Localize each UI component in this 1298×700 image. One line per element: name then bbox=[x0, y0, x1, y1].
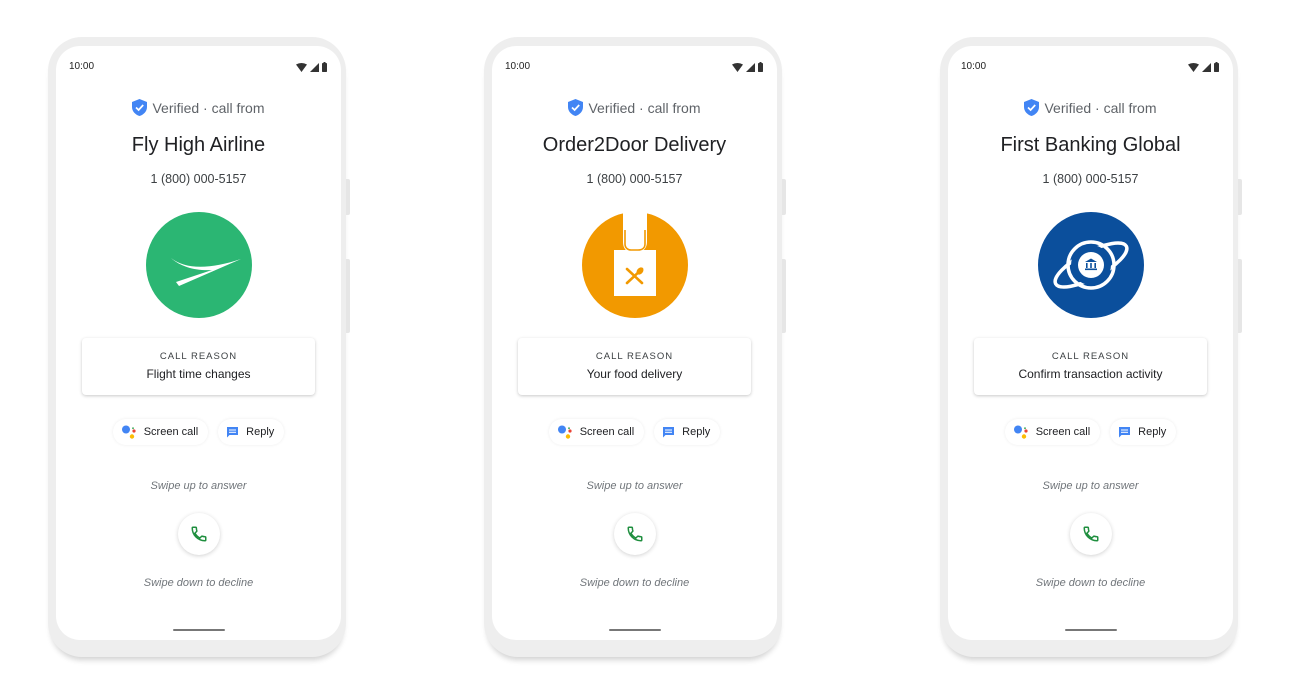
screen-call-button[interactable]: Screen call bbox=[112, 419, 209, 445]
message-icon bbox=[227, 426, 239, 437]
swipe-up-hint: Swipe up to answer bbox=[1042, 480, 1139, 492]
caller-logo bbox=[1038, 212, 1144, 318]
wifi-icon bbox=[1188, 62, 1199, 72]
swipe-up-hint: Swipe up to answer bbox=[150, 480, 247, 492]
answer-call-button[interactable] bbox=[178, 513, 220, 555]
call-reason-label: CALL REASON bbox=[159, 351, 238, 362]
reply-label: Reply bbox=[682, 426, 711, 438]
status-bar: 10:00 bbox=[505, 61, 763, 75]
signal-icon bbox=[746, 62, 755, 72]
swipe-down-hint: Swipe down to decline bbox=[1035, 577, 1146, 589]
airplane-logo-icon bbox=[171, 258, 241, 286]
status-time: 10:00 bbox=[505, 61, 531, 72]
phone-frame: 10:00 Verified · call from Order2Door De… bbox=[484, 37, 786, 657]
google-assistant-icon bbox=[557, 425, 572, 439]
power-button bbox=[346, 179, 350, 215]
verified-text: Verified · call from bbox=[1044, 100, 1157, 116]
reply-button[interactable]: Reply bbox=[1110, 419, 1177, 445]
signal-icon bbox=[310, 62, 319, 72]
caller-number: 1 (800) 000-5157 bbox=[1042, 172, 1139, 186]
call-reason-card: CALL REASON Confirm transaction activity bbox=[974, 338, 1207, 395]
verified-text: Verified · call from bbox=[152, 100, 265, 116]
caller-number: 1 (800) 000-5157 bbox=[150, 172, 247, 186]
caller-number: 1 (800) 000-5157 bbox=[586, 172, 683, 186]
call-reason-label: CALL REASON bbox=[1051, 351, 1130, 362]
volume-button bbox=[782, 259, 786, 333]
call-reason-value: Confirm transaction activity bbox=[1018, 367, 1163, 381]
verified-caller-label: Verified · call from bbox=[948, 99, 1233, 116]
reply-label: Reply bbox=[246, 426, 275, 438]
power-button bbox=[1238, 179, 1242, 215]
message-icon bbox=[1119, 426, 1131, 437]
gesture-nav-bar[interactable] bbox=[609, 629, 661, 631]
verified-shield-icon bbox=[568, 99, 584, 116]
call-reason-card: CALL REASON Your food delivery bbox=[518, 338, 751, 395]
answer-call-button[interactable] bbox=[1070, 513, 1112, 555]
message-icon bbox=[663, 426, 675, 437]
caller-logo bbox=[146, 212, 252, 318]
caller-name: Order2Door Delivery bbox=[542, 134, 727, 156]
signal-icon bbox=[1202, 62, 1211, 72]
battery-icon bbox=[758, 62, 763, 72]
screen-call-label: Screen call bbox=[143, 426, 199, 438]
verified-text: Verified · call from bbox=[588, 100, 701, 116]
wifi-icon bbox=[732, 62, 743, 72]
volume-button bbox=[1238, 259, 1242, 333]
call-reason-label: CALL REASON bbox=[595, 351, 674, 362]
status-bar: 10:00 bbox=[69, 61, 327, 75]
phone-icon bbox=[1083, 526, 1099, 542]
phone-frame: 10:00 Verified · call from Fly High Airl… bbox=[48, 37, 350, 657]
battery-icon bbox=[322, 62, 327, 72]
verified-caller-label: Verified · call from bbox=[56, 99, 341, 116]
reply-button[interactable]: Reply bbox=[218, 419, 285, 445]
caller-name: Fly High Airline bbox=[131, 134, 266, 156]
status-bar: 10:00 bbox=[961, 61, 1219, 75]
phone-frame: 10:00 Verified · call from First Banking… bbox=[940, 37, 1242, 657]
caller-logo bbox=[582, 212, 688, 318]
verified-caller-label: Verified · call from bbox=[492, 99, 777, 116]
battery-icon bbox=[1214, 62, 1219, 72]
swipe-down-hint: Swipe down to decline bbox=[143, 577, 254, 589]
screen-call-label: Screen call bbox=[1035, 426, 1091, 438]
call-reason-card: CALL REASON Flight time changes bbox=[82, 338, 315, 395]
call-reason-value: Flight time changes bbox=[146, 367, 251, 381]
status-time: 10:00 bbox=[961, 61, 987, 72]
verified-shield-icon bbox=[1024, 99, 1040, 116]
answer-call-button[interactable] bbox=[614, 513, 656, 555]
screen-call-button[interactable]: Screen call bbox=[1004, 419, 1101, 445]
call-reason-value: Your food delivery bbox=[586, 367, 683, 381]
caller-name: First Banking Global bbox=[1000, 134, 1181, 156]
verified-shield-icon bbox=[132, 99, 148, 116]
food-delivery-bag-logo-icon bbox=[614, 212, 656, 296]
power-button bbox=[782, 179, 786, 215]
screen-call-label: Screen call bbox=[579, 426, 635, 438]
google-assistant-icon bbox=[1013, 425, 1028, 439]
incoming-call-screen: 10:00 Verified · call from Fly High Airl… bbox=[56, 46, 341, 640]
bank-planet-logo-icon bbox=[1053, 240, 1129, 290]
reply-button[interactable]: Reply bbox=[654, 419, 721, 445]
phone-icon bbox=[627, 526, 643, 542]
google-assistant-icon bbox=[121, 425, 136, 439]
incoming-call-screen: 10:00 Verified · call from First Banking… bbox=[948, 46, 1233, 640]
incoming-call-screen: 10:00 Verified · call from Order2Door De… bbox=[492, 46, 777, 640]
phone-icon bbox=[191, 526, 207, 542]
swipe-up-hint: Swipe up to answer bbox=[586, 480, 683, 492]
gesture-nav-bar[interactable] bbox=[173, 629, 225, 631]
wifi-icon bbox=[296, 62, 307, 72]
swipe-down-hint: Swipe down to decline bbox=[579, 577, 690, 589]
volume-button bbox=[346, 259, 350, 333]
reply-label: Reply bbox=[1138, 426, 1167, 438]
status-time: 10:00 bbox=[69, 61, 95, 72]
screen-call-button[interactable]: Screen call bbox=[548, 419, 645, 445]
gesture-nav-bar[interactable] bbox=[1065, 629, 1117, 631]
